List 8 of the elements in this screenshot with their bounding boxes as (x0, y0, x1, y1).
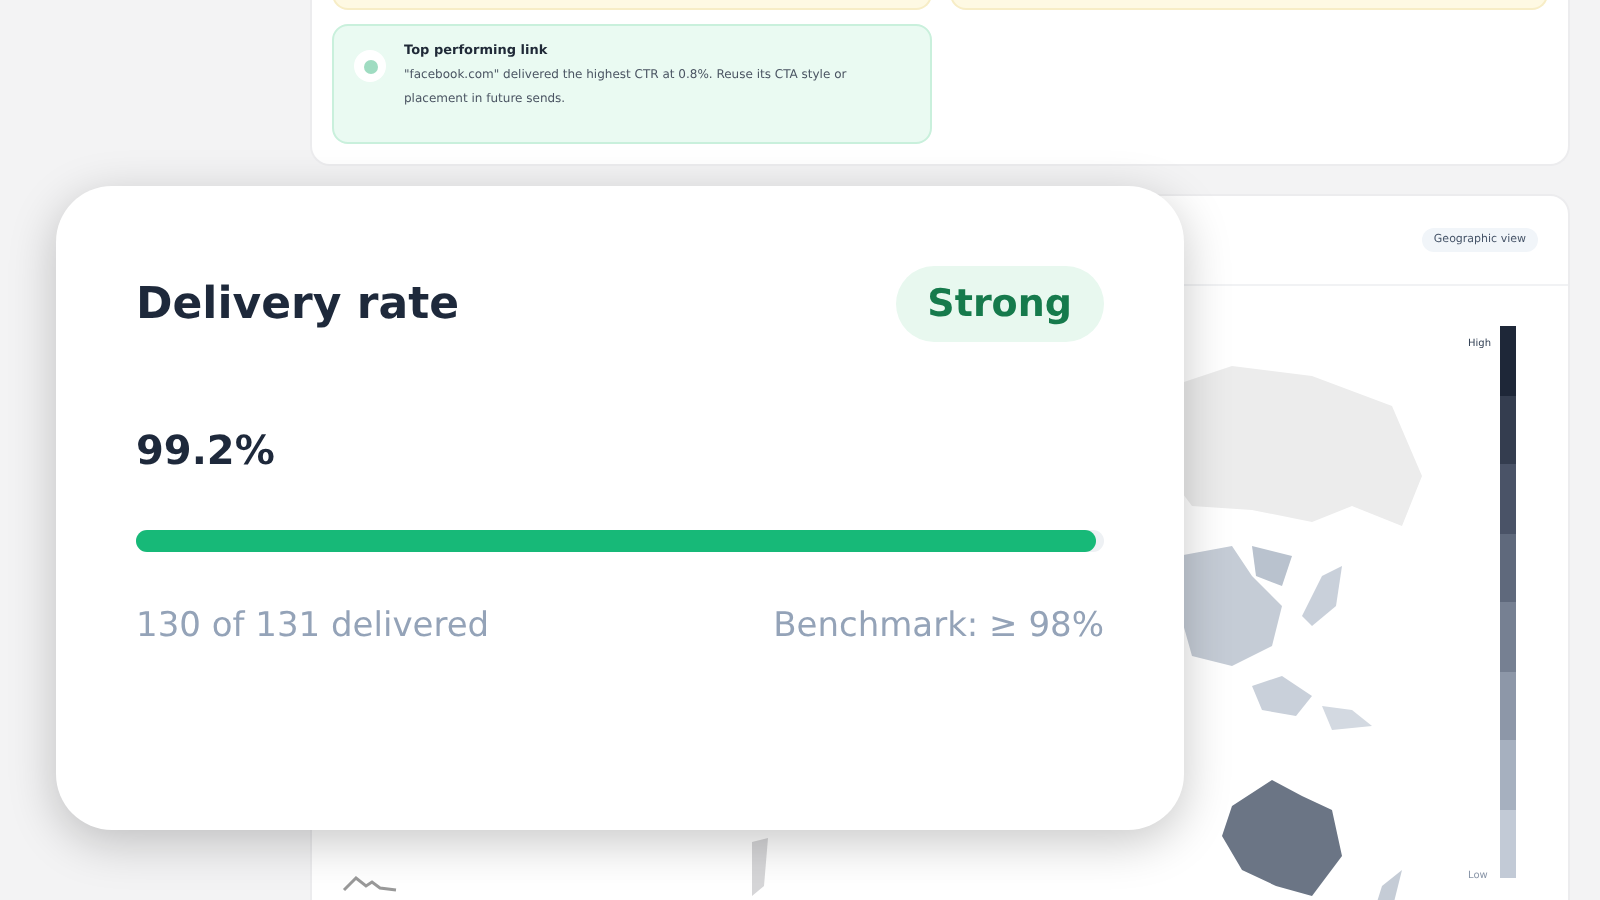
benchmark-text: Benchmark: ≥ 98% (773, 606, 1104, 646)
rate-value: 99.2% (136, 426, 277, 474)
wave-icon (342, 872, 398, 892)
land-shape (752, 838, 768, 896)
delivered-count: 130 of 131 delivered (136, 606, 490, 646)
status-icon (354, 50, 386, 82)
card-title: Delivery rate (136, 279, 460, 329)
status-badge: Strong (895, 266, 1104, 342)
